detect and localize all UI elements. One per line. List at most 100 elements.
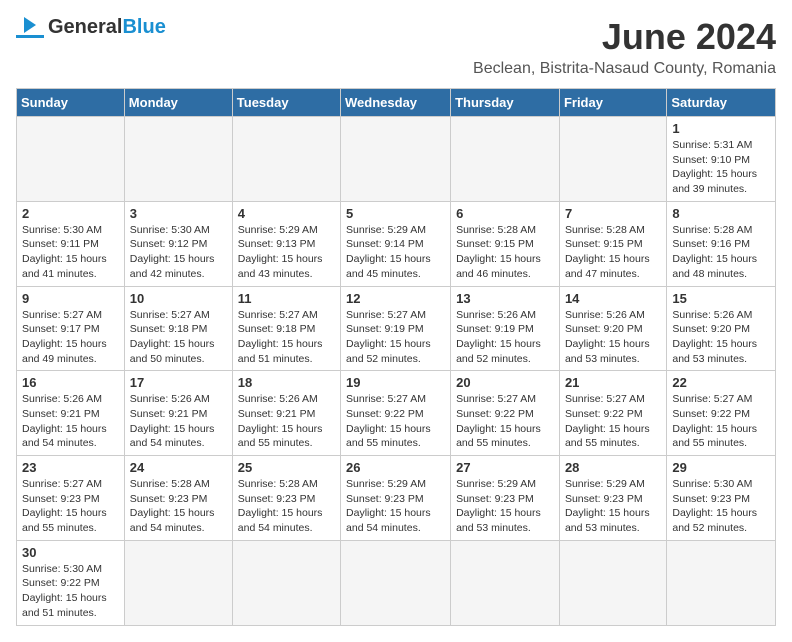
logo-icon	[16, 17, 44, 38]
day-number: 24	[130, 460, 227, 475]
day-info: Sunrise: 5:29 AM Sunset: 9:13 PM Dayligh…	[238, 223, 335, 282]
calendar-cell: 24Sunrise: 5:28 AM Sunset: 9:23 PM Dayli…	[124, 456, 232, 541]
calendar-cell: 13 Sunrise: 5:26 AM Sunset: 9:19 PM Dayli…	[451, 286, 560, 371]
day-number: 15	[672, 291, 770, 306]
calendar-cell: 27Sunrise: 5:29 AM Sunset: 9:23 PM Dayli…	[451, 456, 560, 541]
day-info: Sunrise: 5:29 AM Sunset: 9:23 PM Dayligh…	[565, 477, 661, 536]
day-info: Sunrise: 5:26 AM Sunset: 9:20 PM Dayligh…	[565, 308, 661, 367]
calendar-cell: 20 Sunrise: 5:27 AM Sunset: 9:22 PM Dayli…	[451, 371, 560, 456]
day-info: Sunrise: 5:27 AM Sunset: 9:18 PM Dayligh…	[238, 308, 335, 367]
calendar-week-2: 2Sunrise: 5:30 AM Sunset: 9:11 PM Daylig…	[17, 201, 776, 286]
day-number: 29	[672, 460, 770, 475]
calendar-cell: 14 Sunrise: 5:26 AM Sunset: 9:20 PM Dayli…	[559, 286, 666, 371]
day-number: 9	[22, 291, 119, 306]
col-thursday: Thursday	[451, 89, 560, 117]
calendar-cell: 16Sunrise: 5:26 AM Sunset: 9:21 PM Dayli…	[17, 371, 125, 456]
logo-blue: Blue	[122, 16, 165, 38]
calendar-cell: 30Sunrise: 5:30 AM Sunset: 9:22 PM Dayli…	[17, 540, 125, 625]
day-info: Sunrise: 5:27 AM Sunset: 9:22 PM Dayligh…	[565, 392, 661, 451]
day-info: Sunrise: 5:30 AM Sunset: 9:12 PM Dayligh…	[130, 223, 227, 282]
calendar-cell: 3 Sunrise: 5:30 AM Sunset: 9:12 PM Daylig…	[124, 201, 232, 286]
day-number: 26	[346, 460, 445, 475]
day-number: 16	[22, 375, 119, 390]
header-row: Sunday Monday Tuesday Wednesday Thursday…	[17, 89, 776, 117]
day-info: Sunrise: 5:31 AM Sunset: 9:10 PM Dayligh…	[672, 138, 770, 197]
day-info: Sunrise: 5:27 AM Sunset: 9:23 PM Dayligh…	[22, 477, 119, 536]
calendar-week-1: 1Sunrise: 5:31 AM Sunset: 9:10 PM Daylig…	[17, 117, 776, 202]
day-info: Sunrise: 5:28 AM Sunset: 9:15 PM Dayligh…	[456, 223, 554, 282]
day-info: Sunrise: 5:26 AM Sunset: 9:21 PM Dayligh…	[238, 392, 335, 451]
day-info: Sunrise: 5:26 AM Sunset: 9:21 PM Dayligh…	[130, 392, 227, 451]
calendar-cell	[451, 117, 560, 202]
calendar-cell: 25 Sunrise: 5:28 AM Sunset: 9:23 PM Dayli…	[232, 456, 340, 541]
day-number: 18	[238, 375, 335, 390]
logo-words: GeneralBlue	[48, 16, 166, 38]
calendar-week-6: 30Sunrise: 5:30 AM Sunset: 9:22 PM Dayli…	[17, 540, 776, 625]
day-info: Sunrise: 5:28 AM Sunset: 9:23 PM Dayligh…	[238, 477, 335, 536]
day-number: 23	[22, 460, 119, 475]
day-info: Sunrise: 5:28 AM Sunset: 9:16 PM Dayligh…	[672, 223, 770, 282]
day-number: 7	[565, 206, 661, 221]
header: GeneralBlue June 2024 Beclean, Bistrita-…	[16, 16, 776, 78]
day-info: Sunrise: 5:27 AM Sunset: 9:19 PM Dayligh…	[346, 308, 445, 367]
col-tuesday: Tuesday	[232, 89, 340, 117]
day-number: 2	[22, 206, 119, 221]
calendar-cell: 2Sunrise: 5:30 AM Sunset: 9:11 PM Daylig…	[17, 201, 125, 286]
day-number: 20	[456, 375, 554, 390]
calendar-cell: 15 Sunrise: 5:26 AM Sunset: 9:20 PM Dayli…	[667, 286, 776, 371]
calendar-cell: 28Sunrise: 5:29 AM Sunset: 9:23 PM Dayli…	[559, 456, 666, 541]
day-info: Sunrise: 5:26 AM Sunset: 9:19 PM Dayligh…	[456, 308, 554, 367]
calendar-cell: 4 Sunrise: 5:29 AM Sunset: 9:13 PM Daylig…	[232, 201, 340, 286]
day-info: Sunrise: 5:28 AM Sunset: 9:15 PM Dayligh…	[565, 223, 661, 282]
calendar-cell	[17, 117, 125, 202]
calendar-cell	[559, 540, 666, 625]
calendar-subtitle: Beclean, Bistrita-Nasaud County, Romania	[473, 60, 776, 78]
calendar-cell: 17Sunrise: 5:26 AM Sunset: 9:21 PM Dayli…	[124, 371, 232, 456]
day-number: 21	[565, 375, 661, 390]
calendar-cell: 19 Sunrise: 5:27 AM Sunset: 9:22 PM Dayli…	[341, 371, 451, 456]
col-wednesday: Wednesday	[341, 89, 451, 117]
day-number: 11	[238, 291, 335, 306]
title-area: June 2024 Beclean, Bistrita-Nasaud Count…	[473, 16, 776, 78]
day-number: 6	[456, 206, 554, 221]
day-info: Sunrise: 5:29 AM Sunset: 9:14 PM Dayligh…	[346, 223, 445, 282]
calendar-week-4: 16 Sunrise: 5:26 AM Sunset: 9:21 PM Dayli…	[17, 371, 776, 456]
day-info: Sunrise: 5:27 AM Sunset: 9:17 PM Dayligh…	[22, 308, 119, 367]
day-info: Sunrise: 5:27 AM Sunset: 9:22 PM Dayligh…	[346, 392, 445, 451]
col-friday: Friday	[559, 89, 666, 117]
calendar-cell: 10Sunrise: 5:27 AM Sunset: 9:18 PM Dayli…	[124, 286, 232, 371]
col-sunday: Sunday	[17, 89, 125, 117]
calendar-week-3: 9 Sunrise: 5:27 AM Sunset: 9:17 PM Daylig…	[17, 286, 776, 371]
day-info: Sunrise: 5:27 AM Sunset: 9:22 PM Dayligh…	[456, 392, 554, 451]
logo-general: General	[48, 16, 122, 38]
day-number: 13	[456, 291, 554, 306]
calendar-body: 1Sunrise: 5:31 AM Sunset: 9:10 PM Daylig…	[17, 117, 776, 626]
day-number: 10	[130, 291, 227, 306]
calendar-cell: 11 Sunrise: 5:27 AM Sunset: 9:18 PM Dayli…	[232, 286, 340, 371]
calendar-cell	[124, 117, 232, 202]
calendar-cell: 5Sunrise: 5:29 AM Sunset: 9:14 PM Daylig…	[341, 201, 451, 286]
col-monday: Monday	[124, 89, 232, 117]
day-info: Sunrise: 5:29 AM Sunset: 9:23 PM Dayligh…	[346, 477, 445, 536]
calendar-cell	[341, 540, 451, 625]
day-number: 3	[130, 206, 227, 221]
calendar-cell	[341, 117, 451, 202]
calendar-cell: 7 Sunrise: 5:28 AM Sunset: 9:15 PM Daylig…	[559, 201, 666, 286]
calendar-cell	[559, 117, 666, 202]
day-number: 25	[238, 460, 335, 475]
day-info: Sunrise: 5:29 AM Sunset: 9:23 PM Dayligh…	[456, 477, 554, 536]
day-number: 19	[346, 375, 445, 390]
calendar-table: Sunday Monday Tuesday Wednesday Thursday…	[16, 88, 776, 626]
day-number: 22	[672, 375, 770, 390]
calendar-cell	[232, 540, 340, 625]
day-number: 4	[238, 206, 335, 221]
day-info: Sunrise: 5:26 AM Sunset: 9:20 PM Dayligh…	[672, 308, 770, 367]
logo: GeneralBlue	[16, 16, 166, 38]
calendar-cell: 22Sunrise: 5:27 AM Sunset: 9:22 PM Dayli…	[667, 371, 776, 456]
calendar-cell: 1Sunrise: 5:31 AM Sunset: 9:10 PM Daylig…	[667, 117, 776, 202]
day-number: 8	[672, 206, 770, 221]
calendar-cell: 6 Sunrise: 5:28 AM Sunset: 9:15 PM Daylig…	[451, 201, 560, 286]
day-number: 12	[346, 291, 445, 306]
calendar-cell	[232, 117, 340, 202]
day-number: 14	[565, 291, 661, 306]
